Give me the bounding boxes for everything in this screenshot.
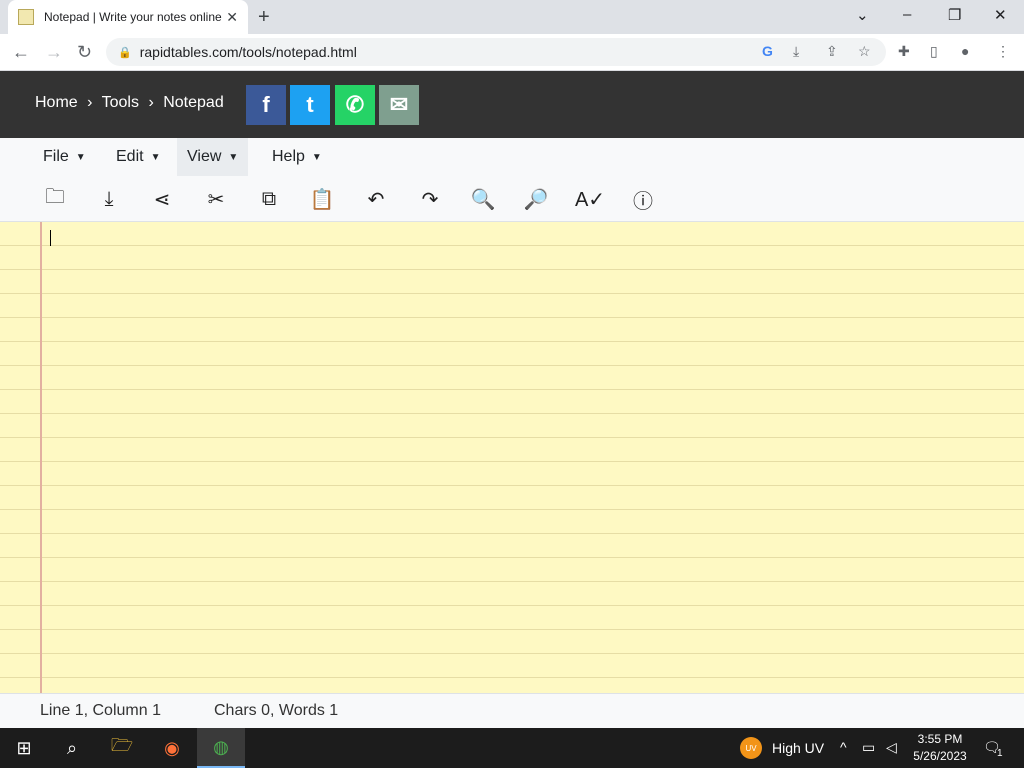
menu-view[interactable]: View ▼: [177, 138, 249, 176]
share-page-icon[interactable]: ⇪: [826, 43, 838, 60]
cursor-position: Line 1, Column 1: [40, 702, 161, 719]
menu-help-label: Help: [272, 148, 305, 165]
whatsapp-share-icon[interactable]: ✆: [335, 85, 375, 125]
network-icon[interactable]: ▭: [862, 739, 875, 756]
caret-down-icon: ▼: [228, 151, 239, 163]
caret-down-icon: ▼: [150, 151, 161, 163]
caret-down-icon: ▼: [311, 151, 322, 163]
browser-tab[interactable]: Notepad | Write your notes online ✕: [8, 0, 248, 34]
uv-badge-icon[interactable]: UV: [740, 737, 762, 759]
menu-edit-label: Edit: [116, 148, 144, 165]
status-bar: Line 1, Column 1 Chars 0, Words 1: [0, 693, 1024, 728]
notepad-favicon-icon: [18, 9, 34, 25]
clock-date: 5/26/2023: [913, 749, 967, 763]
tray-chevron-icon[interactable]: ^: [840, 739, 847, 755]
menu-file-label: File: [43, 148, 69, 165]
twitter-share-icon[interactable]: t: [290, 85, 330, 125]
system-clock[interactable]: 3:55 PM 5/26/2023: [910, 731, 970, 765]
caret-down-icon: ▼: [75, 151, 86, 163]
breadcrumb-separator: ›: [87, 94, 93, 111]
forward-icon[interactable]: →: [45, 42, 63, 63]
cut-icon[interactable]: ✂: [201, 184, 231, 214]
tab-title: Notepad | Write your notes online: [44, 10, 222, 24]
zoom-in-icon[interactable]: 🔎: [521, 184, 551, 214]
breadcrumb-tools[interactable]: Tools: [102, 94, 139, 111]
new-tab-button[interactable]: +: [258, 6, 270, 29]
extensions-icon[interactable]: ✚: [898, 43, 910, 60]
margin-line: [40, 222, 42, 693]
weather-text[interactable]: High UV: [772, 740, 824, 756]
notification-count: 1: [997, 748, 1003, 759]
firefox-icon[interactable]: ◉: [148, 728, 196, 768]
zoom-out-icon[interactable]: 🔍: [468, 184, 498, 214]
notepad-editor[interactable]: [0, 222, 1024, 693]
breadcrumb: Home › Tools › Notepad: [35, 94, 229, 112]
breadcrumb-home[interactable]: Home: [35, 94, 78, 111]
text-caret: [50, 230, 51, 246]
back-icon[interactable]: ←: [12, 42, 30, 63]
chrome-icon[interactable]: ◍: [197, 728, 245, 768]
editor-toolbar: 🗀 ⤓ ⋖ ✂ ⧉ 📋 ↶ ↷ 🔍 🔎 A✓ ⓘ: [0, 176, 1024, 222]
search-icon[interactable]: ⌕: [48, 728, 96, 768]
tab-strip: Notepad | Write your notes online ✕ + ⌄ …: [0, 0, 1024, 34]
help-icon[interactable]: ⓘ: [628, 184, 658, 214]
open-folder-icon[interactable]: 🗀: [40, 184, 70, 214]
google-icon[interactable]: G: [762, 43, 773, 59]
install-icon[interactable]: ⤓: [793, 43, 799, 60]
tab-close-icon[interactable]: ✕: [226, 9, 238, 26]
minimize-button[interactable]: –: [903, 6, 911, 23]
paste-icon[interactable]: 📋: [307, 184, 337, 214]
menu-bar: File ▼ Edit ▼ View ▼ Help ▼: [0, 138, 1024, 176]
bookmark-star-icon[interactable]: ☆: [858, 43, 871, 60]
reload-icon[interactable]: ↻: [77, 42, 92, 63]
close-window-button[interactable]: ✕: [994, 6, 1007, 24]
url-text[interactable]: rapidtables.com/tools/notepad.html: [140, 44, 357, 60]
site-header: Home › Tools › Notepad f t ✆ ✉: [0, 71, 1024, 138]
breadcrumb-notepad: Notepad: [163, 94, 224, 111]
email-share-icon[interactable]: ✉: [379, 85, 419, 125]
windows-start-icon[interactable]: ⊞: [0, 728, 48, 768]
browser-toolbar: ← → ↻ 🔒 rapidtables.com/tools/notepad.ht…: [0, 34, 1024, 71]
browser-menu-icon[interactable]: ⋮: [996, 43, 1010, 60]
breadcrumb-separator: ›: [148, 94, 154, 111]
char-word-count: Chars 0, Words 1: [214, 702, 339, 719]
download-icon[interactable]: ⤓: [94, 184, 124, 214]
restore-button[interactable]: ❐: [948, 6, 961, 24]
side-panel-icon[interactable]: ▯: [930, 43, 938, 60]
spellcheck-icon[interactable]: A✓: [575, 184, 605, 214]
profile-avatar-icon[interactable]: ●: [961, 43, 969, 59]
menu-edit[interactable]: Edit ▼: [106, 138, 170, 176]
volume-icon[interactable]: ◁: [886, 739, 897, 756]
lock-icon[interactable]: 🔒: [118, 46, 132, 59]
menu-file[interactable]: File ▼: [33, 138, 96, 176]
copy-icon[interactable]: ⧉: [254, 184, 284, 214]
clock-time: 3:55 PM: [917, 732, 963, 746]
menu-view-label: View: [187, 148, 222, 165]
redo-icon[interactable]: ↷: [415, 184, 445, 214]
taskbar: ⊞ ⌕ 🗁 ◉ ◍ UV High UV ^ ▭ ◁ 3:55 PM 5/26/…: [0, 728, 1024, 768]
facebook-share-icon[interactable]: f: [246, 85, 286, 125]
undo-icon[interactable]: ↶: [361, 184, 391, 214]
tab-search-icon[interactable]: ⌄: [856, 6, 869, 24]
menu-help[interactable]: Help ▼: [262, 138, 332, 176]
share-icon[interactable]: ⋖: [147, 184, 177, 214]
file-explorer-icon[interactable]: 🗁: [98, 728, 146, 768]
